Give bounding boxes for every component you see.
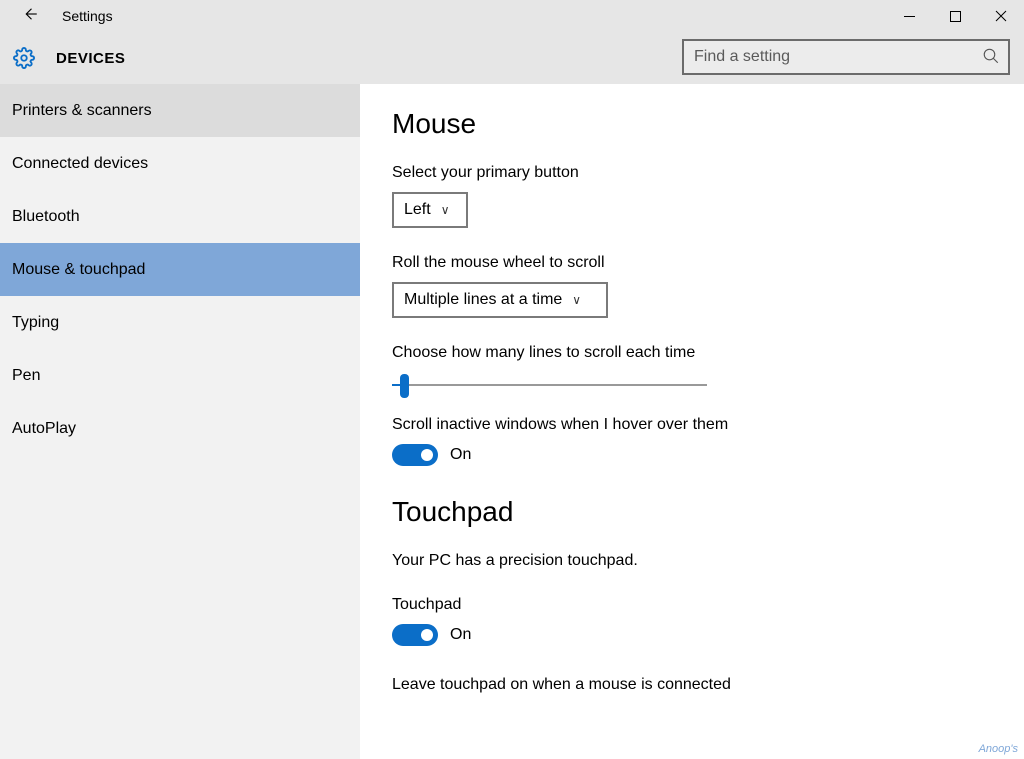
touchpad-toggle-state: On [450, 626, 471, 644]
precision-touchpad-text: Your PC has a precision touchpad. [392, 552, 992, 570]
primary-button-label: Select your primary button [392, 164, 992, 182]
scroll-inactive-row: On [392, 444, 992, 466]
chevron-down-icon: ∨ [572, 293, 581, 307]
toggle-knob [421, 449, 433, 461]
lines-to-scroll-slider[interactable] [392, 372, 707, 398]
scroll-mode-label: Roll the mouse wheel to scroll [392, 254, 992, 272]
titlebar: Settings [0, 0, 1024, 32]
back-arrow-icon [21, 5, 39, 23]
sidebar: Printers & scanners Connected devices Blue… [0, 84, 360, 759]
sidebar-item-pen[interactable]: Pen [0, 349, 360, 402]
lines-to-scroll-label: Choose how many lines to scroll each tim… [392, 344, 992, 362]
sidebar-item-label: Printers & scanners [12, 102, 152, 120]
sidebar-item-label: Mouse & touchpad [12, 261, 145, 279]
search-input[interactable] [682, 39, 1010, 75]
sidebar-item-autoplay[interactable]: AutoPlay [0, 402, 360, 455]
settings-gear-icon[interactable] [12, 46, 36, 70]
scroll-inactive-state: On [450, 446, 471, 464]
primary-button-select[interactable]: Left ∨ [392, 192, 468, 228]
body: Printers & scanners Connected devices Blue… [0, 84, 1024, 759]
mouse-heading: Mouse [392, 108, 992, 140]
minimize-button[interactable] [886, 0, 932, 32]
sidebar-item-label: Pen [12, 367, 40, 385]
maximize-icon [950, 11, 961, 22]
touchpad-toggle-label: Touchpad [392, 596, 992, 614]
minimize-icon [904, 11, 915, 22]
header: DEVICES [0, 32, 1024, 84]
category-label: DEVICES [56, 50, 125, 67]
sidebar-item-label: Bluetooth [12, 208, 80, 226]
sidebar-item-bluetooth[interactable]: Bluetooth [0, 190, 360, 243]
toggle-knob [421, 629, 433, 641]
sidebar-item-printers-scanners[interactable]: Printers & scanners [0, 84, 360, 137]
close-button[interactable] [978, 0, 1024, 32]
touchpad-heading: Touchpad [392, 496, 992, 528]
maximize-button[interactable] [932, 0, 978, 32]
primary-button-value: Left [404, 201, 431, 219]
scroll-inactive-label: Scroll inactive windows when I hover ove… [392, 416, 992, 434]
watermark: Anoop's [979, 743, 1018, 755]
leave-touchpad-on-label: Leave touchpad on when a mouse is connec… [392, 676, 992, 694]
sidebar-item-label: Connected devices [12, 155, 148, 173]
sidebar-item-typing[interactable]: Typing [0, 296, 360, 349]
window-title: Settings [62, 8, 113, 24]
sidebar-item-connected-devices[interactable]: Connected devices [0, 137, 360, 190]
slider-thumb[interactable] [400, 374, 409, 398]
scroll-inactive-toggle[interactable] [392, 444, 438, 466]
scroll-mode-select[interactable]: Multiple lines at a time ∨ [392, 282, 608, 318]
close-icon [995, 10, 1007, 22]
sidebar-item-label: AutoPlay [12, 420, 76, 438]
search-wrap [682, 39, 1010, 75]
touchpad-toggle-row: On [392, 624, 992, 646]
touchpad-toggle[interactable] [392, 624, 438, 646]
sidebar-item-label: Typing [12, 314, 59, 332]
window-buttons [886, 0, 1024, 32]
content: Mouse Select your primary button Left ∨ … [360, 84, 1024, 759]
chevron-down-icon: ∨ [441, 203, 450, 217]
sidebar-item-mouse-touchpad[interactable]: Mouse & touchpad [0, 243, 360, 296]
slider-track [392, 384, 707, 386]
back-button[interactable] [16, 5, 44, 28]
scroll-mode-value: Multiple lines at a time [404, 291, 562, 309]
